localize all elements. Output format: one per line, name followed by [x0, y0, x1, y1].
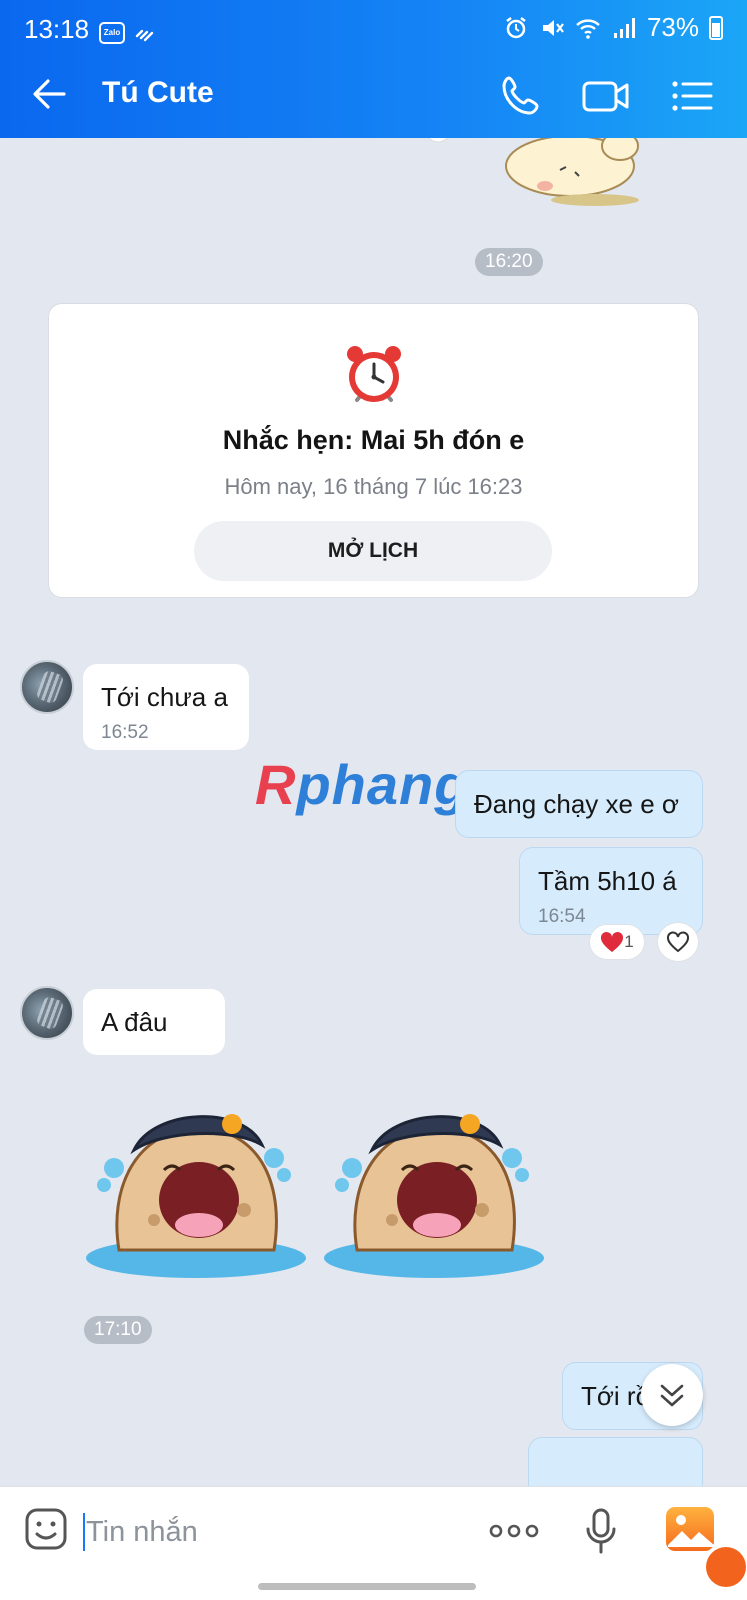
- wifi-icon: [576, 18, 600, 39]
- message-bubble-incoming[interactable]: A đâu: [83, 989, 225, 1055]
- crying-sticker[interactable]: [322, 1100, 550, 1280]
- top-bar: 13:18 Zalo 73% Tú Cute: [0, 0, 747, 138]
- heart-filled-icon: [601, 931, 624, 952]
- time-chip: 17:10: [84, 1316, 152, 1344]
- cell-signal-icon: [613, 17, 635, 38]
- contact-avatar[interactable]: [20, 660, 74, 714]
- message-time: 16:54: [538, 906, 586, 927]
- menu-list-icon[interactable]: [668, 72, 716, 120]
- alarm-clock-icon: [347, 346, 401, 402]
- sticker-partial-top[interactable]: [420, 138, 650, 208]
- message-text: Tầm 5h10 á: [538, 866, 677, 896]
- mute-icon: [542, 19, 564, 36]
- heart-outline-icon: [667, 931, 689, 953]
- battery-percent: 73%: [646, 12, 699, 42]
- reminder-card[interactable]: Nhắc hẹn: Mai 5h đón e Hôm nay, 16 tháng…: [48, 303, 699, 598]
- status-bar: 13:18 Zalo 73%: [0, 0, 747, 52]
- reminder-title: Nhắc hẹn: Mai 5h đón e: [222, 425, 525, 455]
- watermark-r: R: [255, 753, 297, 816]
- text-cursor: [83, 1513, 85, 1551]
- chat-header: Tú Cute: [0, 52, 747, 138]
- watermark-rest: phang: [296, 753, 470, 816]
- chat-area[interactable]: 16:20 Nhắc hẹn: Mai 5h đón e Hôm nay, 16…: [0, 138, 747, 1486]
- battery-icon: [709, 15, 723, 40]
- scroll-to-bottom-button[interactable]: [641, 1364, 703, 1426]
- message-bubble-outgoing-partial[interactable]: [528, 1437, 703, 1486]
- contact-avatar[interactable]: [20, 986, 74, 1040]
- reminder-datetime: Hôm nay, 16 tháng 7 lúc 16:23: [224, 474, 523, 499]
- microphone-icon[interactable]: [584, 1507, 618, 1555]
- more-options-icon[interactable]: [488, 1513, 540, 1549]
- gallery-image-icon[interactable]: [664, 1503, 716, 1555]
- video-call-icon[interactable]: [580, 72, 632, 120]
- contact-name[interactable]: Tú Cute: [102, 76, 214, 110]
- message-text: Đang chạy xe e ơ: [474, 789, 679, 819]
- watermark-logo: Rphang: [255, 752, 469, 817]
- back-arrow-icon[interactable]: [28, 72, 72, 116]
- status-icons: 73%: [503, 12, 723, 43]
- status-time: 13:18: [24, 14, 90, 44]
- reaction-count: 1: [624, 932, 634, 951]
- double-chevron-down-icon: [660, 1384, 684, 1407]
- message-text: Tới rồ: [581, 1381, 651, 1411]
- crying-sticker[interactable]: [84, 1100, 312, 1280]
- message-text: A đâu: [101, 1007, 168, 1037]
- open-calendar-button[interactable]: MỞ LỊCH: [194, 521, 552, 581]
- floating-badge[interactable]: [706, 1547, 746, 1587]
- missed-call-icon: [135, 29, 154, 42]
- react-heart-button[interactable]: [657, 922, 699, 962]
- alarm-icon: [506, 16, 526, 38]
- time-chip: 16:20: [475, 248, 543, 276]
- voice-call-icon[interactable]: [497, 72, 545, 120]
- zalo-notification-icon: Zalo: [99, 22, 125, 44]
- reaction-summary[interactable]: 1: [589, 924, 645, 960]
- home-indicator: [258, 1583, 476, 1590]
- sticker-emoji-icon[interactable]: [24, 1507, 68, 1551]
- message-text: Tới chưa a: [101, 682, 228, 712]
- zalo-badge-label: Zalo: [103, 28, 121, 37]
- message-input[interactable]: [86, 1511, 446, 1553]
- message-bubble-outgoing[interactable]: Đang chạy xe e ơ: [455, 770, 703, 838]
- message-bubble-incoming[interactable]: Tới chưa a 16:52: [83, 664, 249, 750]
- message-time: 16:52: [101, 722, 149, 743]
